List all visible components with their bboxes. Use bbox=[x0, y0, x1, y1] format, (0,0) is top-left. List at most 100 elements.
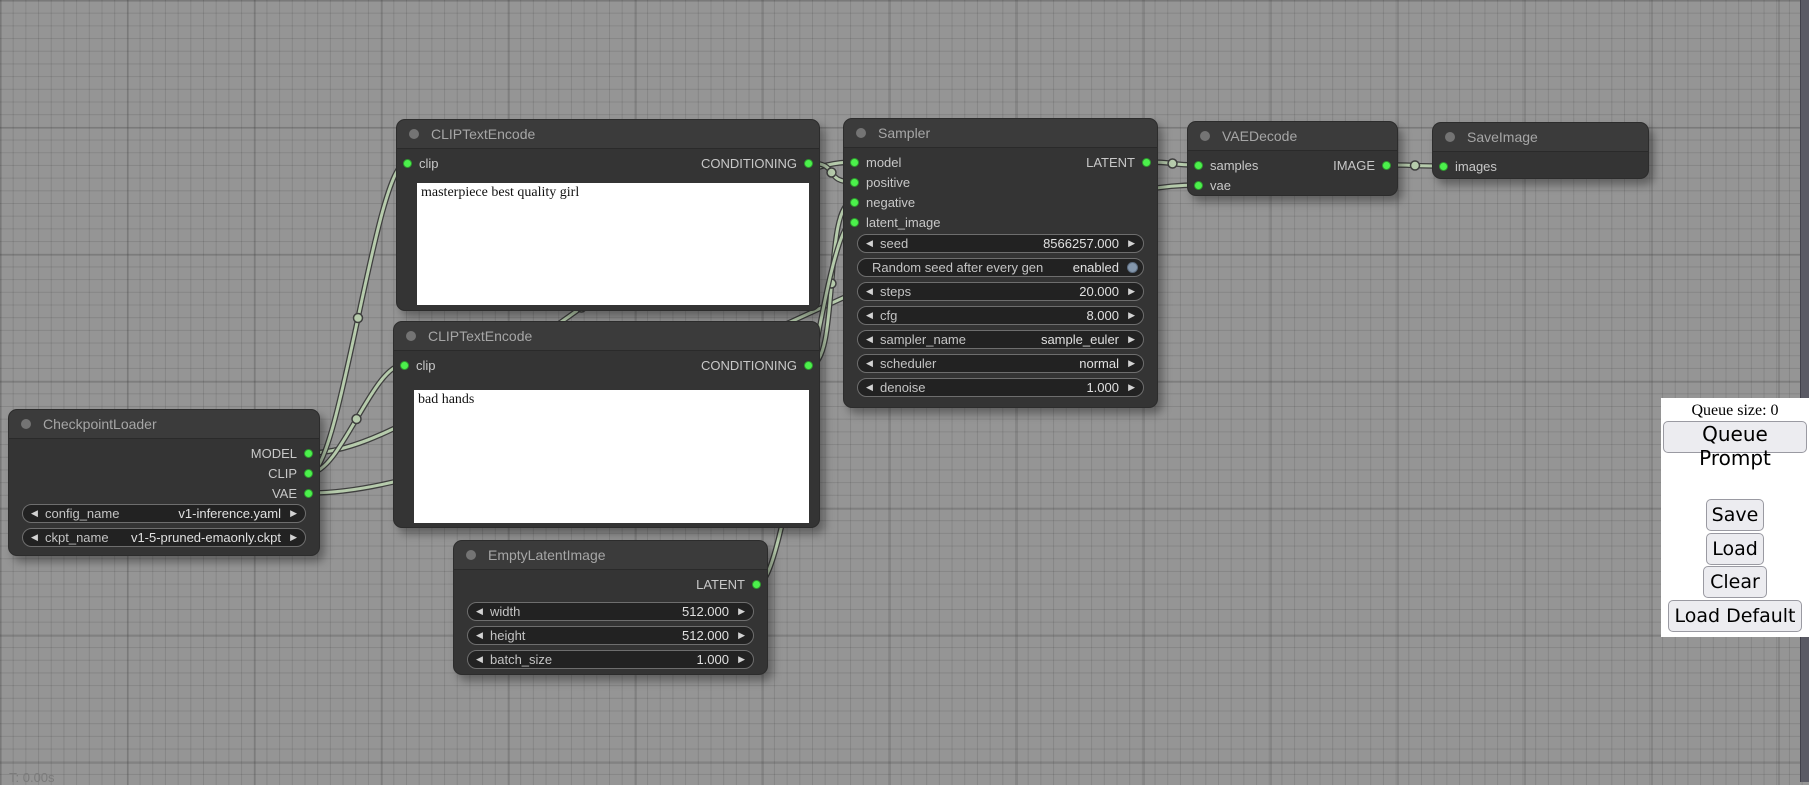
node-vae-decode[interactable]: VAEDecodesamplesvaeIMAGE bbox=[1187, 121, 1398, 196]
node-checkpoint-loader[interactable]: CheckpointLoaderMODELCLIPVAE◀config_name… bbox=[8, 409, 320, 556]
latent_image-input-port[interactable] bbox=[850, 218, 859, 227]
input-row: latent_image bbox=[844, 213, 1157, 233]
queue-size-label: Queue size: 0 bbox=[1661, 402, 1809, 420]
increment-arrow-icon[interactable]: ▶ bbox=[1128, 379, 1135, 396]
node-title-bar[interactable]: Sampler bbox=[844, 119, 1157, 148]
increment-arrow-icon[interactable]: ▶ bbox=[290, 529, 297, 546]
link-midpoint-dot[interactable] bbox=[352, 414, 361, 423]
images-input-port[interactable] bbox=[1439, 162, 1448, 171]
decrement-arrow-icon[interactable]: ◀ bbox=[866, 235, 873, 252]
widget-random-seed-after-every-gen[interactable]: Random seed after every genenabled bbox=[857, 258, 1144, 277]
negative-input-port[interactable] bbox=[850, 198, 859, 207]
collapse-dot-icon[interactable] bbox=[1200, 131, 1210, 141]
widget-value: v1-inference.yaml bbox=[178, 505, 281, 522]
node-clip-text-encode-negative[interactable]: CLIPTextEncodeclipCONDITIONINGbad hands bbox=[393, 321, 820, 528]
output-label: VAE bbox=[272, 484, 297, 504]
clip-output-port[interactable] bbox=[304, 469, 313, 478]
increment-arrow-icon[interactable]: ▶ bbox=[738, 603, 745, 620]
decrement-arrow-icon[interactable]: ◀ bbox=[31, 505, 38, 522]
decrement-arrow-icon[interactable]: ◀ bbox=[476, 627, 483, 644]
widget-value: v1-5-pruned-emaonly.ckpt bbox=[131, 529, 281, 546]
widget-height[interactable]: ◀height512.000▶ bbox=[467, 626, 754, 645]
decrement-arrow-icon[interactable]: ◀ bbox=[866, 331, 873, 348]
prompt-textarea[interactable]: masterpiece best quality girl bbox=[417, 183, 809, 305]
node-empty-latent-image[interactable]: EmptyLatentImage LATENT ◀width512.000▶ ◀hei… bbox=[453, 540, 768, 675]
link-midpoint-dot[interactable] bbox=[354, 314, 363, 323]
conditioning-output-port[interactable] bbox=[804, 361, 813, 370]
load-default-button[interactable]: Load Default bbox=[1668, 600, 1802, 632]
image-output-port[interactable] bbox=[1382, 161, 1391, 170]
widget-value: 8566257.000 bbox=[1043, 235, 1119, 252]
node-save-image[interactable]: SaveImage images bbox=[1432, 122, 1649, 179]
positive-input-port[interactable] bbox=[850, 178, 859, 187]
input-label: latent_image bbox=[866, 213, 940, 233]
decrement-arrow-icon[interactable]: ◀ bbox=[866, 283, 873, 300]
output-row: LATENT bbox=[454, 575, 767, 595]
widget-width[interactable]: ◀width512.000▶ bbox=[467, 602, 754, 621]
link-midpoint-dot[interactable] bbox=[1411, 161, 1420, 170]
output-row: MODEL bbox=[9, 444, 319, 464]
link-midpoint-dot[interactable] bbox=[827, 168, 836, 177]
model-output-port[interactable] bbox=[304, 449, 313, 458]
collapse-dot-icon[interactable] bbox=[409, 129, 419, 139]
node-title-bar[interactable]: SaveImage bbox=[1433, 123, 1648, 152]
decrement-arrow-icon[interactable]: ◀ bbox=[866, 379, 873, 396]
collapse-dot-icon[interactable] bbox=[856, 128, 866, 138]
vertical-scrollbar[interactable] bbox=[1800, 0, 1809, 782]
increment-arrow-icon[interactable]: ▶ bbox=[1128, 283, 1135, 300]
collapse-dot-icon[interactable] bbox=[21, 419, 31, 429]
widget-label: batch_size bbox=[490, 651, 552, 668]
vae-input-port[interactable] bbox=[1194, 181, 1203, 190]
increment-arrow-icon[interactable]: ▶ bbox=[738, 651, 745, 668]
input-label: images bbox=[1455, 157, 1497, 177]
increment-arrow-icon[interactable]: ▶ bbox=[1128, 235, 1135, 252]
widget-label: config_name bbox=[45, 505, 119, 522]
increment-arrow-icon[interactable]: ▶ bbox=[290, 505, 297, 522]
vae-output-port[interactable] bbox=[304, 489, 313, 498]
save-button[interactable]: Save bbox=[1706, 499, 1764, 531]
widget-denoise[interactable]: ◀denoise1.000▶ bbox=[857, 378, 1144, 397]
collapse-dot-icon[interactable] bbox=[1445, 132, 1455, 142]
prompt-textarea[interactable]: bad hands bbox=[414, 390, 809, 523]
increment-arrow-icon[interactable]: ▶ bbox=[1128, 307, 1135, 324]
increment-arrow-icon[interactable]: ▶ bbox=[1128, 331, 1135, 348]
widget-scheduler[interactable]: ◀schedulernormal▶ bbox=[857, 354, 1144, 373]
node-sampler[interactable]: Samplermodelpositivenegativelatent_image… bbox=[843, 118, 1158, 408]
widget-steps[interactable]: ◀steps20.000▶ bbox=[857, 282, 1144, 301]
widget-label: seed bbox=[880, 235, 908, 252]
collapse-dot-icon[interactable] bbox=[466, 550, 476, 560]
load-button[interactable]: Load bbox=[1706, 533, 1764, 565]
decrement-arrow-icon[interactable]: ◀ bbox=[476, 603, 483, 620]
node-title-bar[interactable]: EmptyLatentImage bbox=[454, 541, 767, 570]
input-row: vae bbox=[1188, 176, 1397, 196]
node-clip-text-encode-positive[interactable]: CLIPTextEncodeclipCONDITIONINGmasterpiec… bbox=[396, 119, 820, 311]
node-title-bar[interactable]: VAEDecode bbox=[1188, 122, 1397, 151]
increment-arrow-icon[interactable]: ▶ bbox=[738, 627, 745, 644]
widget-label: scheduler bbox=[880, 355, 936, 372]
link-midpoint-dot[interactable] bbox=[1168, 159, 1177, 168]
latent-output-port[interactable] bbox=[752, 580, 761, 589]
widget-cfg[interactable]: ◀cfg8.000▶ bbox=[857, 306, 1144, 325]
node-title: EmptyLatentImage bbox=[488, 541, 606, 569]
widget-ckpt-name[interactable]: ◀ckpt_namev1-5-pruned-emaonly.ckpt▶ bbox=[22, 528, 306, 547]
decrement-arrow-icon[interactable]: ◀ bbox=[476, 651, 483, 668]
node-title-bar[interactable]: CLIPTextEncode bbox=[397, 120, 819, 149]
widget-seed[interactable]: ◀ seed 8566257.000 ▶ bbox=[857, 234, 1144, 253]
widget-batch-size[interactable]: ◀batch_size1.000▶ bbox=[467, 650, 754, 669]
increment-arrow-icon[interactable]: ▶ bbox=[1128, 355, 1135, 372]
node-title: CheckpointLoader bbox=[43, 410, 157, 438]
clear-button[interactable]: Clear bbox=[1703, 566, 1767, 598]
node-title-bar[interactable]: CLIPTextEncode bbox=[394, 322, 819, 351]
queue-prompt-button[interactable]: Queue Prompt bbox=[1663, 421, 1807, 453]
collapse-dot-icon[interactable] bbox=[406, 331, 416, 341]
node-title-bar[interactable]: CheckpointLoader bbox=[9, 410, 319, 439]
widget-config-name[interactable]: ◀ config_name v1-inference.yaml ▶ bbox=[22, 504, 306, 523]
decrement-arrow-icon[interactable]: ◀ bbox=[866, 355, 873, 372]
toggle-indicator-icon[interactable] bbox=[1127, 262, 1138, 273]
conditioning-output-port[interactable] bbox=[804, 159, 813, 168]
decrement-arrow-icon[interactable]: ◀ bbox=[866, 307, 873, 324]
output-label: LATENT bbox=[696, 575, 745, 595]
latent-output-port[interactable] bbox=[1142, 158, 1151, 167]
decrement-arrow-icon[interactable]: ◀ bbox=[31, 529, 38, 546]
widget-sampler-name[interactable]: ◀sampler_namesample_euler▶ bbox=[857, 330, 1144, 349]
